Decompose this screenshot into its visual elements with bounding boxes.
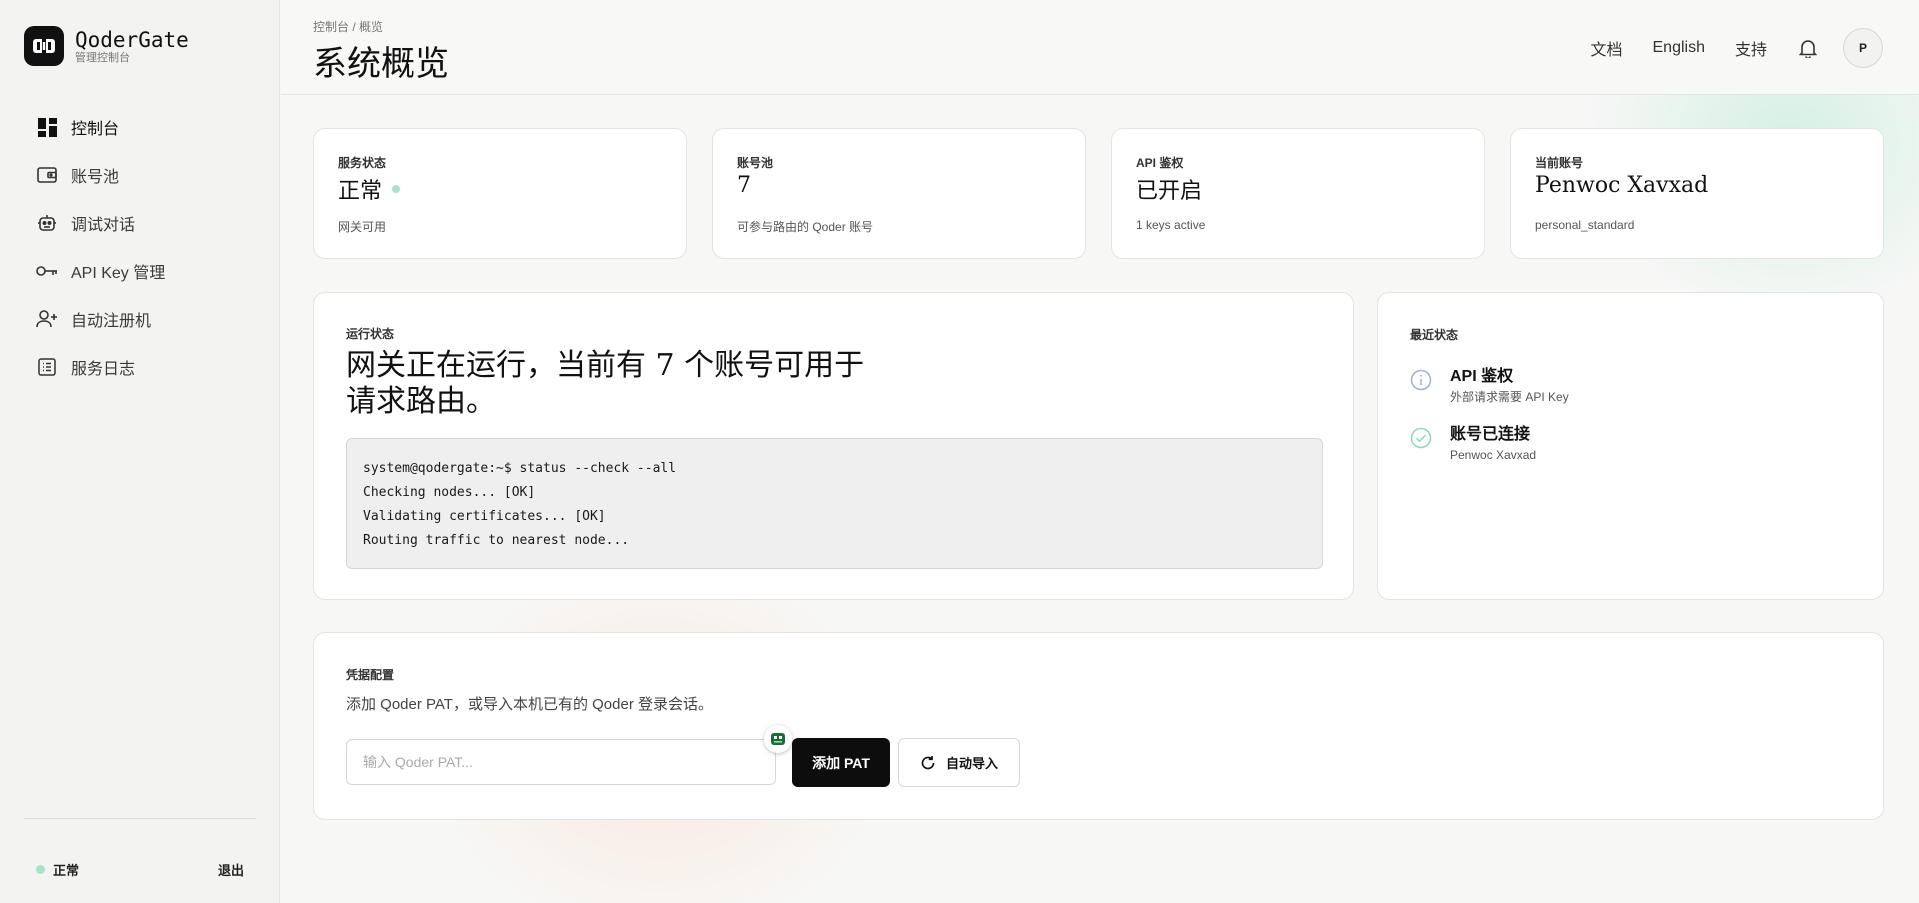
- robot-icon[interactable]: [764, 725, 792, 753]
- pat-input[interactable]: [346, 739, 776, 785]
- auto-import-button[interactable]: 自动导入: [898, 738, 1020, 787]
- brand-subtitle: 管理控制台: [75, 51, 130, 64]
- support-link[interactable]: 支持: [1735, 36, 1767, 60]
- stat-sub: 网关可用: [338, 220, 387, 234]
- bell-icon[interactable]: [1797, 37, 1819, 59]
- recent-status-label: 最近状态: [1410, 328, 1459, 342]
- sidebar-item-label: 账号池: [71, 169, 120, 186]
- sidebar-footer: 正常 退出: [36, 860, 244, 879]
- recent-item-title: API 鉴权: [1450, 368, 1514, 385]
- sidebar-item-label: API Key 管理: [71, 265, 166, 282]
- stat-label: 服务状态: [338, 156, 387, 170]
- header-actions: 文档 English 支持 P: [1560, 28, 1883, 68]
- robot-icon: [36, 212, 58, 234]
- sidebar-item-label: 自动注册机: [71, 313, 152, 330]
- auto-import-label: 自动导入: [945, 756, 998, 771]
- stat-value-text: 正常: [338, 179, 383, 204]
- running-status-label: 运行状态: [346, 327, 395, 341]
- credentials-card: 凭据配置 添加 Qoder PAT，或导入本机已有的 Qoder 登录会话。 添…: [313, 632, 1884, 820]
- stat-sub: 1 keys active: [1136, 218, 1206, 232]
- stat-sub: personal_standard: [1535, 218, 1635, 232]
- wallet-icon: [36, 164, 58, 186]
- recent-status-card: 最近状态 API 鉴权 外部请求需要 API Key 账号已连接 Penwoc …: [1377, 292, 1884, 600]
- sidebar-item-account-pool[interactable]: 账号池: [24, 151, 256, 199]
- stat-value: 正常: [338, 173, 401, 205]
- dashboard-icon: [36, 116, 58, 138]
- header: 控制台 / 概览 系统概览 文档 English 支持 P: [281, 0, 1919, 95]
- recent-item-sub: Penwoc Xavxad: [1450, 448, 1537, 462]
- running-status-card: 运行状态 网关正在运行，当前有 7 个账号可用于请求路由。 system@qod…: [313, 292, 1354, 600]
- stat-label: 账号池: [737, 156, 774, 170]
- add-pat-button[interactable]: 添加 PAT: [792, 738, 890, 787]
- sidebar-item-label: 调试对话: [71, 217, 136, 234]
- terminal-line: Routing traffic to nearest node...: [363, 533, 630, 548]
- stat-label: API 鉴权: [1136, 156, 1184, 170]
- terminal-line: Validating certificates... [OK]: [363, 509, 606, 524]
- logout-button[interactable]: 退出: [218, 860, 244, 879]
- sidebar-item-api-keys[interactable]: API Key 管理: [24, 247, 256, 295]
- stat-sub: 可参与路由的 Qoder 账号: [737, 220, 874, 234]
- recent-item: API 鉴权 外部请求需要 API Key: [1410, 367, 1569, 405]
- status-dot-icon: [392, 185, 401, 193]
- stat-value: 7: [737, 173, 751, 198]
- sidebar-item-service-logs[interactable]: 服务日志: [24, 343, 256, 391]
- page-title: 系统概览: [313, 44, 449, 84]
- list-icon: [36, 356, 58, 378]
- brand[interactable]: QoderGate 管理控制台: [24, 26, 189, 66]
- terminal-line: Checking nodes... [OK]: [363, 485, 536, 500]
- sidebar-item-label: 服务日志: [71, 361, 136, 378]
- stat-card-account-pool: 账号池 7 可参与路由的 Qoder 账号: [712, 128, 1086, 259]
- recent-item-sub: 外部请求需要 API Key: [1450, 390, 1569, 404]
- sidebar-item-label: 控制台: [71, 121, 120, 138]
- brand-logo-icon: [24, 26, 64, 66]
- stat-value: 已开启: [1136, 179, 1203, 204]
- sidebar-divider: [24, 818, 256, 819]
- recent-item-title: 账号已连接: [1450, 426, 1531, 443]
- recent-item: 账号已连接 Penwoc Xavxad: [1410, 425, 1536, 463]
- avatar[interactable]: P: [1843, 28, 1883, 68]
- user-plus-icon: [36, 308, 58, 330]
- terminal-line: system@qodergate:~$ status --check --all: [363, 461, 677, 476]
- check-circle-icon: [1410, 427, 1432, 449]
- stat-label: 当前账号: [1535, 156, 1584, 170]
- terminal-output: system@qodergate:~$ status --check --all…: [346, 438, 1323, 569]
- sidebar: QoderGate 管理控制台 控制台 账号池 调试对话 API Key 管理 …: [0, 0, 280, 903]
- info-icon: [1410, 369, 1432, 391]
- status-dot-icon: [36, 865, 45, 874]
- sidebar-item-dashboard[interactable]: 控制台: [24, 103, 256, 151]
- stat-value: Penwoc Xavxad: [1535, 173, 1709, 198]
- sidebar-nav: 控制台 账号池 调试对话 API Key 管理 自动注册机 服务日志: [24, 103, 256, 391]
- credentials-label: 凭据配置: [346, 668, 395, 682]
- language-link[interactable]: English: [1653, 39, 1705, 57]
- stat-card-api-auth: API 鉴权 已开启 1 keys active: [1111, 128, 1485, 259]
- sidebar-item-auto-register[interactable]: 自动注册机: [24, 295, 256, 343]
- brand-name: QoderGate: [75, 27, 189, 52]
- stat-card-service-status: 服务状态 正常 网关可用: [313, 128, 687, 259]
- service-status-label: 正常: [53, 863, 80, 878]
- sidebar-item-debug-chat[interactable]: 调试对话: [24, 199, 256, 247]
- docs-link[interactable]: 文档: [1590, 36, 1622, 60]
- breadcrumb: 控制台 / 概览: [313, 20, 384, 34]
- credentials-description: 添加 Qoder PAT，或导入本机已有的 Qoder 登录会话。: [346, 696, 713, 713]
- refresh-icon: [920, 755, 936, 771]
- stat-card-current-account: 当前账号 Penwoc Xavxad personal_standard: [1510, 128, 1884, 259]
- running-status-headline: 网关正在运行，当前有 7 个账号可用于请求路由。: [346, 348, 865, 419]
- key-icon: [36, 260, 58, 282]
- service-status: 正常: [36, 860, 79, 879]
